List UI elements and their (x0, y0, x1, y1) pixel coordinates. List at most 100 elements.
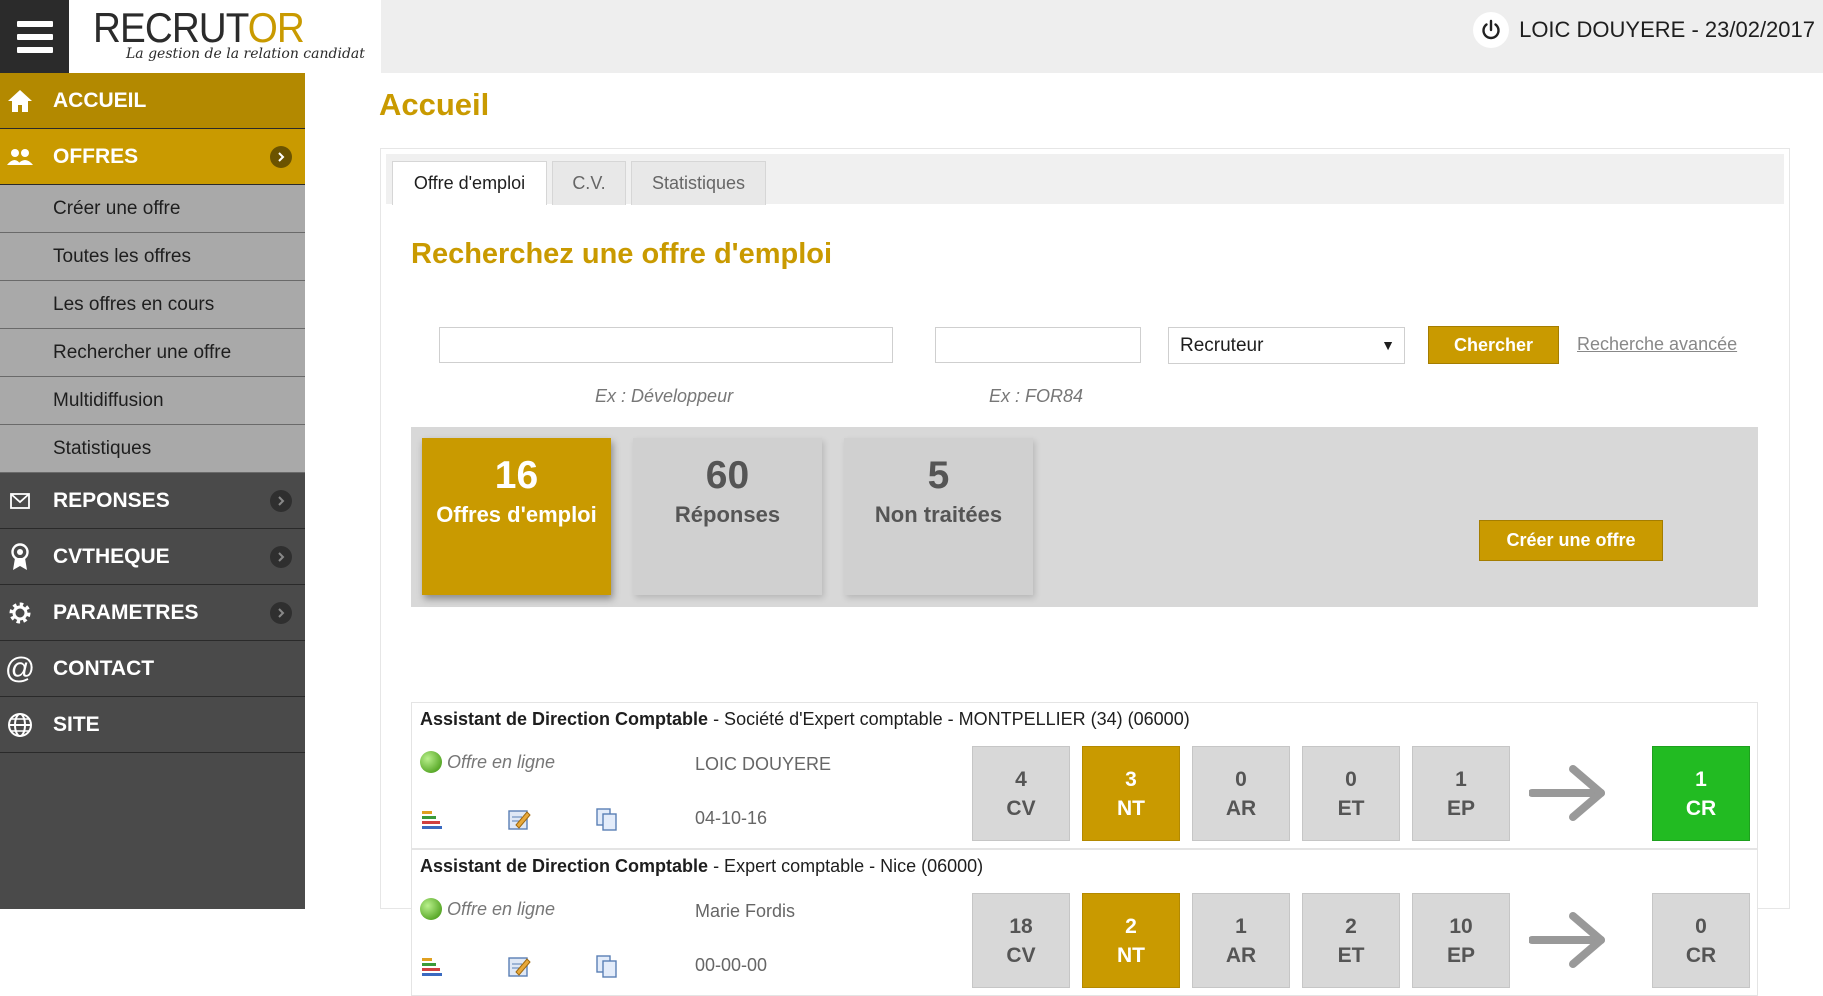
status-online-icon (420, 751, 442, 773)
recruteur-select[interactable]: Recruteur ▼ (1168, 327, 1405, 364)
award-icon (5, 542, 35, 572)
duplicate-icon[interactable] (595, 954, 619, 978)
sidebar-item-contact[interactable]: @ CONTACT (0, 641, 305, 697)
offer-recruiter: LOIC DOUYERE (695, 754, 832, 774)
stat-offres[interactable]: 16 Offres d'emploi (422, 438, 611, 595)
offer-title: Assistant de Direction Comptable (420, 709, 709, 729)
chevron-right-icon (270, 601, 292, 624)
sidebar-subitem-offres-en-cours[interactable]: Les offres en cours (0, 281, 305, 329)
at-icon: @ (4, 651, 36, 685)
offer-heading: Assistant de Direction Comptable - Exper… (420, 856, 983, 877)
offer-row[interactable]: Assistant de Direction Comptable - Socié… (411, 702, 1758, 849)
sidebar-subitem-statistiques[interactable]: Statistiques (0, 425, 305, 473)
user-label: LOIC DOUYERE - 23/02/2017 (1519, 17, 1815, 42)
sidebar-item-label: PARAMETRES (53, 600, 199, 624)
status-online-icon (420, 898, 442, 920)
arrow-right-icon (1529, 912, 1605, 968)
edit-icon[interactable] (507, 954, 531, 978)
count-ar[interactable]: 1 AR (1192, 893, 1290, 988)
offer-status: Offre en ligne (420, 751, 555, 773)
keyword-hint: Ex : Développeur (595, 386, 734, 406)
count-cv[interactable]: 18 CV (972, 893, 1070, 988)
stat-value: 60 (705, 454, 750, 497)
sidebar-item-cvtheque[interactable]: CVTHEQUE (0, 529, 305, 585)
dropdown-arrow-icon: ▼ (1381, 337, 1395, 353)
home-icon (5, 86, 35, 116)
stat-label: Réponses (674, 502, 781, 527)
search-title: Recherchez une offre d'emploi (411, 238, 833, 270)
hamburger-icon (16, 46, 53, 53)
stat-reponses[interactable]: 60 Réponses (633, 438, 822, 595)
count-nt[interactable]: 3 NT (1082, 746, 1180, 841)
sidebar-item-accueil[interactable]: ACCUEIL (0, 73, 305, 129)
globe-icon (5, 710, 35, 740)
count-ep[interactable]: 1 EP (1412, 746, 1510, 841)
count-ep[interactable]: 10 EP (1412, 893, 1510, 988)
stats-bar: 16 Offres d'emploi 60 Réponses 5 Non tra… (411, 427, 1758, 607)
user-info: LOIC DOUYERE - 23/02/2017 (1473, 12, 1815, 48)
offer-date: 00-00-00 (695, 955, 768, 975)
sidebar-subitem-toutes-offres[interactable]: Toutes les offres (0, 233, 305, 281)
recruteur-selected-value: Recruteur (1180, 334, 1264, 356)
stat-value: 16 (494, 454, 539, 497)
gear-icon (5, 598, 35, 628)
main-content: Accueil Offre d'emploi C.V. Statistiques… (305, 73, 1823, 996)
offer-details: - Société d'Expert comptable - MONTPELLI… (708, 709, 1190, 729)
count-et[interactable]: 2 ET (1302, 893, 1400, 988)
tab-offre-emploi[interactable]: Offre d'emploi (392, 161, 547, 205)
count-cr[interactable]: 1 CR (1652, 746, 1750, 841)
offer-status: Offre en ligne (420, 898, 555, 920)
sidebar-item-label: OFFRES (53, 144, 139, 168)
hamburger-icon (16, 33, 53, 40)
edit-icon[interactable] (507, 807, 531, 831)
stat-value: 5 (927, 454, 950, 497)
offer-details: - Expert comptable - Nice (06000) (708, 856, 984, 876)
count-et[interactable]: 0 ET (1302, 746, 1400, 841)
sidebar-item-label: CVTHEQUE (53, 544, 170, 568)
offer-title: Assistant de Direction Comptable (420, 856, 709, 876)
offer-heading: Assistant de Direction Comptable - Socié… (420, 709, 1190, 730)
brand-name: RECRUTOR (93, 4, 305, 51)
sidebar-item-label: ACCUEIL (53, 88, 147, 112)
power-icon[interactable] (1473, 12, 1510, 48)
arrow-right-icon (1529, 765, 1605, 821)
stats-bars-icon[interactable] (420, 954, 444, 978)
stat-label: Non traitées (874, 502, 1003, 527)
reference-input[interactable] (935, 327, 1141, 363)
sidebar-subitem-multidiffusion[interactable]: Multidiffusion (0, 377, 305, 425)
tagline: La gestion de la relation candidat (126, 46, 365, 62)
stats-bars-icon[interactable] (420, 807, 444, 831)
keyword-input[interactable] (439, 327, 893, 363)
count-nt[interactable]: 2 NT (1082, 893, 1180, 988)
count-cr[interactable]: 0 CR (1652, 893, 1750, 988)
hamburger-icon (16, 20, 53, 27)
tab-cv[interactable]: C.V. (552, 161, 626, 205)
sidebar-subitem-creer-offre[interactable]: Créer une offre (0, 185, 305, 233)
count-ar[interactable]: 0 AR (1192, 746, 1290, 841)
reference-hint: Ex : FOR84 (989, 386, 1084, 406)
sidebar-item-reponses[interactable]: REPONSES (0, 473, 305, 529)
advanced-search-link[interactable]: Recherche avancée (1577, 334, 1737, 355)
tab-statistiques[interactable]: Statistiques (631, 161, 766, 205)
sidebar-item-offres[interactable]: OFFRES (0, 129, 305, 185)
top-bar: LOIC DOUYERE - 23/02/2017 (381, 0, 1823, 73)
envelope-icon (5, 486, 35, 516)
chevron-right-icon (270, 145, 292, 168)
create-offer-button[interactable]: Créer une offre (1479, 520, 1663, 561)
menu-toggle-button[interactable] (0, 0, 69, 73)
count-cv[interactable]: 4 CV (972, 746, 1070, 841)
chevron-right-icon (270, 489, 292, 512)
offer-row[interactable]: Assistant de Direction Comptable - Exper… (411, 849, 1758, 996)
stat-non-traitees[interactable]: 5 Non traitées (844, 438, 1033, 595)
stat-label: Offres d'emploi (436, 502, 597, 527)
sidebar-item-parametres[interactable]: PARAMETRES (0, 585, 305, 641)
sidebar-subitem-rechercher-offre[interactable]: Rechercher une offre (0, 329, 305, 377)
users-icon (5, 142, 35, 172)
content-panel: Offre d'emploi C.V. Statistiques Recherc… (380, 148, 1790, 996)
sidebar-item-label: REPONSES (53, 488, 170, 512)
search-button[interactable]: Chercher (1428, 326, 1559, 364)
offer-recruiter: Marie Fordis (695, 901, 796, 921)
duplicate-icon[interactable] (595, 807, 619, 831)
logo[interactable]: RECRUTOR La gestion de la relation candi… (69, 0, 381, 73)
sidebar-item-site[interactable]: SITE (0, 697, 305, 753)
